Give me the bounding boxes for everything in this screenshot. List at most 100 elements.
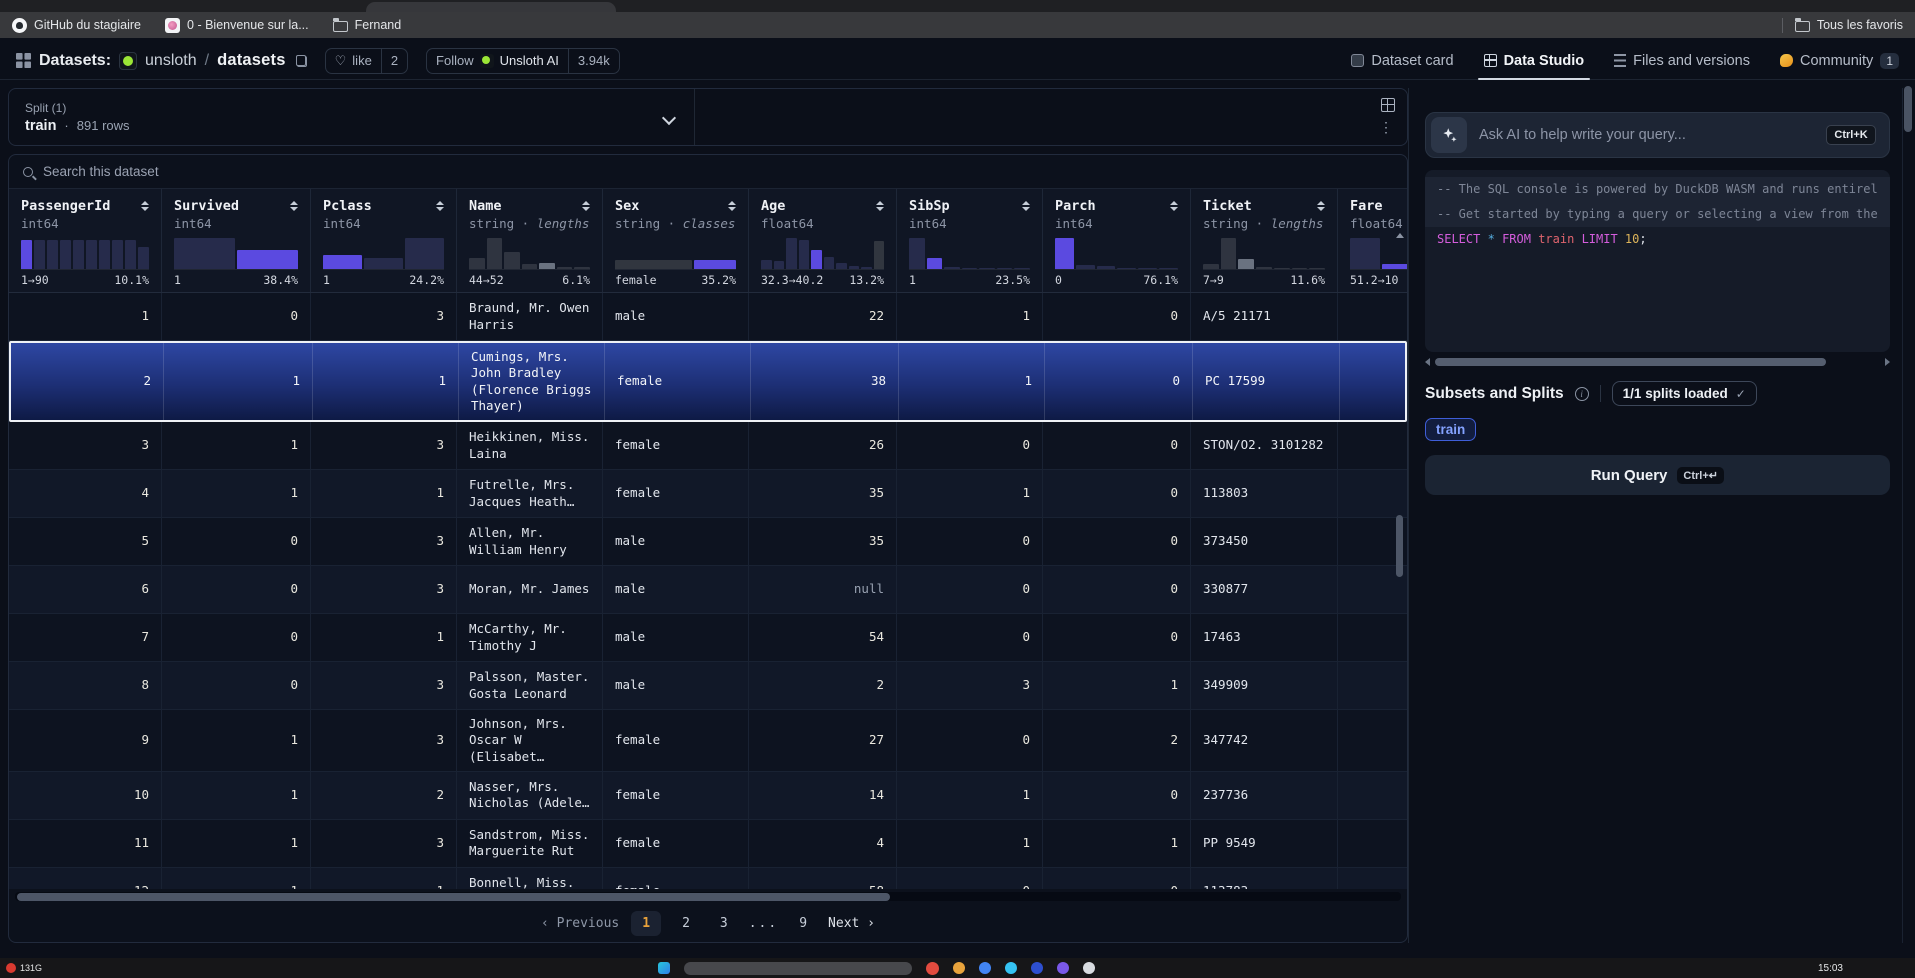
taskbar-app-icon[interactable] (1057, 962, 1069, 974)
taskbar-app-icon[interactable] (979, 962, 991, 974)
histogram-bar[interactable] (86, 240, 97, 269)
histogram[interactable] (615, 238, 736, 270)
taskbar-search-pill[interactable] (684, 962, 912, 975)
sort-icon[interactable] (582, 201, 590, 211)
histogram-bar[interactable] (1203, 264, 1219, 269)
histogram-bar[interactable] (944, 267, 960, 269)
scrollbar-thumb[interactable] (17, 893, 890, 901)
histogram-bar[interactable] (1138, 268, 1157, 269)
table-row[interactable]: 1211Bonnell, Miss. Elizabethfemale580011… (9, 868, 1407, 889)
ask-ai-input[interactable] (1479, 127, 1814, 143)
browser-tab[interactable] (366, 2, 616, 12)
histogram-bar[interactable] (1274, 268, 1290, 269)
tab-data-studio[interactable]: Data Studio (1484, 42, 1585, 79)
histogram-bar[interactable] (539, 263, 555, 269)
histogram[interactable] (909, 238, 1030, 270)
prev-button[interactable]: ‹ Previous (541, 916, 619, 931)
histogram-bar[interactable] (1238, 259, 1254, 269)
sort-icon[interactable] (876, 201, 884, 211)
histogram-bar[interactable] (874, 241, 885, 269)
histogram-bar[interactable] (574, 267, 590, 269)
sort-icon[interactable] (1170, 201, 1178, 211)
sort-icon[interactable] (1317, 201, 1325, 211)
like-count[interactable]: 2 (381, 49, 407, 73)
histogram-bar[interactable] (99, 240, 110, 269)
org-link[interactable]: unsloth (145, 52, 197, 70)
train-split-chip[interactable]: train (1425, 418, 1476, 441)
more-options-icon[interactable]: ⋮ (1379, 121, 1393, 135)
column-header-passengerid[interactable]: PassengerIdint641→9010.1% (9, 189, 162, 292)
tab-community[interactable]: Community1 (1780, 42, 1899, 79)
histogram[interactable] (323, 238, 444, 270)
histogram-bar[interactable] (469, 258, 485, 269)
histogram-bar[interactable] (836, 263, 847, 269)
column-header-sex[interactable]: Sexstring · classesfemale35.2% (603, 189, 749, 292)
search-input[interactable] (43, 164, 443, 179)
column-header-survived[interactable]: Survivedint64138.4% (162, 189, 311, 292)
histogram-bar[interactable] (1117, 268, 1136, 269)
histogram-bar[interactable] (615, 260, 692, 269)
tab-files-and-versions[interactable]: Files and versions (1614, 42, 1750, 79)
bookmark-item[interactable]: 0 - Bienvenue sur la... (165, 18, 309, 33)
histogram-bar[interactable] (927, 258, 943, 269)
taskbar-app-icon[interactable] (1083, 962, 1095, 974)
histogram-bar[interactable] (1309, 268, 1325, 269)
scrollbar-thumb[interactable] (1435, 358, 1826, 366)
histogram-bar[interactable] (1055, 238, 1074, 269)
histogram-bar[interactable] (557, 267, 573, 269)
histogram-bar[interactable] (522, 264, 538, 269)
table-row[interactable]: 411Futrelle, Mrs. Jacques Heath…female35… (9, 470, 1407, 518)
histogram-bar[interactable] (73, 240, 84, 269)
histogram-bar[interactable] (786, 238, 797, 269)
histogram[interactable] (21, 238, 149, 270)
all-favorites-button[interactable]: Tous les favoris (1795, 18, 1903, 32)
bookmark-item[interactable]: Fernand (333, 18, 402, 32)
taskbar-app-icon[interactable] (953, 962, 965, 974)
histogram[interactable] (469, 238, 590, 270)
page-button-1[interactable]: 1 (631, 911, 661, 936)
view-grid-icon[interactable] (1381, 98, 1395, 112)
scrollbar-track[interactable] (1435, 358, 1880, 366)
histogram-bar[interactable] (174, 238, 235, 269)
like-button[interactable]: ♡ like (326, 49, 381, 73)
scroll-right-arrow-icon[interactable] (1885, 358, 1890, 366)
histogram-bar[interactable] (1350, 238, 1380, 269)
tab-dataset-card[interactable]: Dataset card (1351, 42, 1453, 79)
histogram-bar[interactable] (237, 250, 298, 269)
taskbar-left-badge[interactable]: 131G (6, 963, 42, 973)
table-row[interactable]: 103Braund, Mr. Owen Harrismale2210A/5 21… (9, 293, 1407, 341)
histogram-bar[interactable] (861, 267, 872, 269)
editor-horizontal-scrollbar[interactable] (1425, 357, 1890, 367)
histogram-bar[interactable] (34, 240, 45, 269)
page-button-9[interactable]: 9 (790, 911, 816, 936)
sql-query-line[interactable]: SELECT * FROM train LIMIT 10; (1425, 227, 1890, 252)
histogram-bar[interactable] (60, 240, 71, 269)
table-row[interactable]: 603Moran, Mr. Jamesmalenull00330877 (9, 566, 1407, 614)
bookmark-item[interactable]: GitHub du stagiaire (12, 18, 141, 33)
copy-icon[interactable] (296, 55, 307, 67)
histogram-bar[interactable] (364, 258, 403, 269)
histogram-bar[interactable] (761, 260, 772, 269)
histogram-bar[interactable] (1097, 266, 1116, 269)
histogram-bar[interactable] (849, 266, 860, 269)
scroll-left-arrow-icon[interactable] (1425, 358, 1430, 366)
scrollbar-thumb[interactable] (1396, 515, 1403, 577)
split-selector[interactable]: Split (1) train · 891 rows (9, 89, 695, 145)
histogram[interactable] (1203, 238, 1325, 270)
org-avatar[interactable] (119, 52, 137, 70)
histogram[interactable] (761, 238, 884, 270)
next-button[interactable]: Next › (828, 916, 875, 931)
histogram-bar[interactable] (112, 240, 123, 269)
histogram-bar[interactable] (125, 240, 136, 269)
histogram-bar[interactable] (1014, 268, 1030, 269)
sort-icon[interactable] (436, 201, 444, 211)
histogram-bar[interactable] (799, 240, 810, 269)
scroll-up-arrow-icon[interactable] (1396, 233, 1404, 238)
table-row[interactable]: 1012Nasser, Mrs. Nicholas (Adele…female1… (9, 772, 1407, 820)
taskbar-app-icon[interactable] (1005, 962, 1017, 974)
taskbar-app-icon[interactable] (1031, 962, 1043, 974)
sql-editor[interactable]: -- The SQL console is powered by DuckDB … (1425, 170, 1890, 352)
taskbar-app-icon[interactable] (658, 962, 670, 974)
column-header-name[interactable]: Namestring · lengths44→526.1% (457, 189, 603, 292)
histogram-bar[interactable] (1221, 238, 1237, 269)
